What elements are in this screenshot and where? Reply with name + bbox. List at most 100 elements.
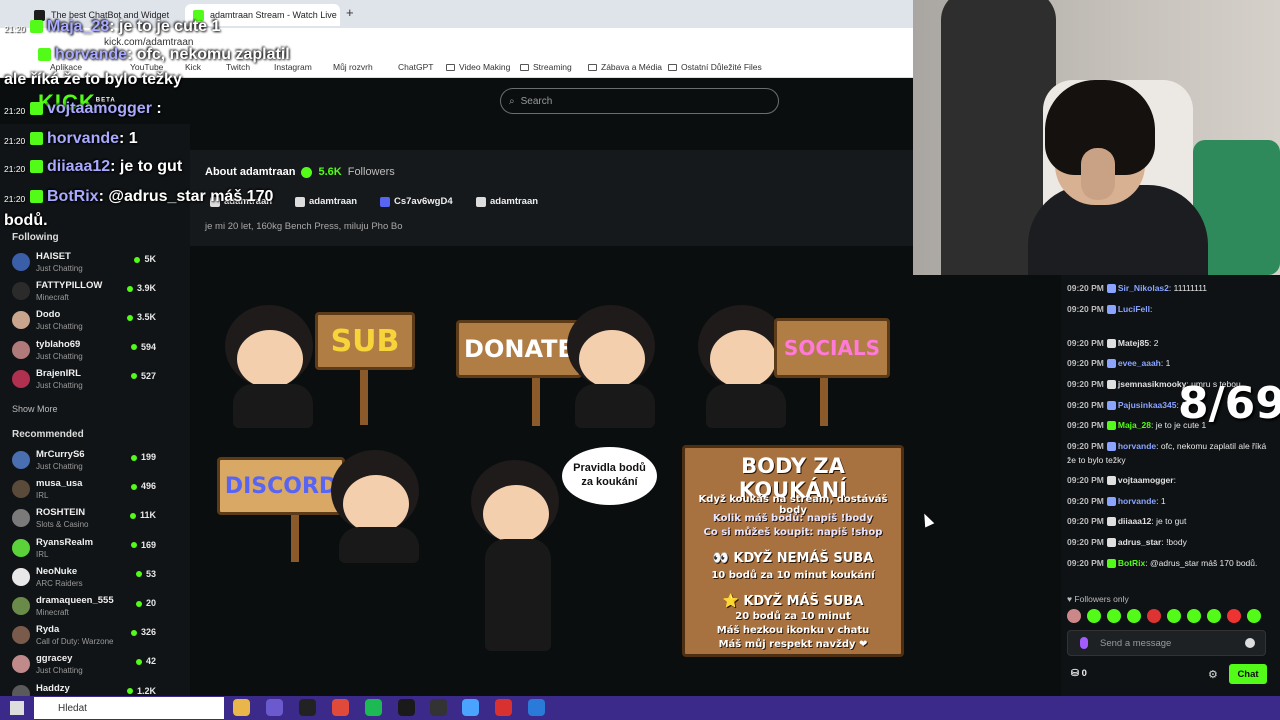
- windows-start-icon[interactable]: [10, 701, 24, 715]
- verified-icon: [301, 166, 313, 178]
- panel-discord[interactable]: DISCORD: [213, 445, 428, 565]
- bookmark-folder[interactable]: Streaming: [520, 62, 572, 72]
- overlay-badge-icon: [30, 190, 43, 204]
- social-tiktok[interactable]: adamtraan: [476, 196, 538, 207]
- panel-socials[interactable]: SOCIALS: [692, 300, 902, 430]
- emote-icon[interactable]: [1167, 609, 1181, 623]
- avatar: [12, 597, 30, 615]
- message-user[interactable]: adrus_star: [1118, 537, 1161, 547]
- emote-icon[interactable]: [1067, 609, 1081, 623]
- show-more-link[interactable]: Show More: [12, 404, 58, 414]
- emote-icon[interactable]: [1207, 609, 1221, 623]
- following-heading: Following: [12, 232, 59, 243]
- viewer-count: 3.5K: [127, 312, 156, 322]
- message-user[interactable]: Sir_Nikolas2: [1118, 283, 1169, 293]
- chat-message-input[interactable]: Send a message: [1067, 630, 1266, 656]
- sub-sign: SUB: [315, 312, 415, 370]
- message-user[interactable]: horvande: [1118, 441, 1156, 451]
- app-icon[interactable]: [495, 699, 512, 716]
- obs-icon[interactable]: [299, 699, 316, 716]
- message-user[interactable]: Matej85: [1118, 338, 1149, 348]
- webcam-feed: [913, 0, 1280, 275]
- message-user[interactable]: BotRix: [1118, 558, 1145, 568]
- points-board[interactable]: BODY ZA KOUKÁNÍ Když koukáš na stream, d…: [682, 445, 904, 657]
- bookmark-folder[interactable]: Video Making: [446, 62, 510, 72]
- file-explorer-icon[interactable]: [233, 699, 250, 716]
- sidebar-channel[interactable]: musa_usa IRL 496: [10, 476, 160, 504]
- channel-name: RyansRealm: [36, 536, 94, 548]
- folder-icon: [520, 63, 529, 71]
- panel-sub[interactable]: SUB: [215, 300, 425, 430]
- channel-name: FATTYPILLOW: [36, 280, 103, 292]
- sidebar-channel[interactable]: FATTYPILLOW Minecraft 3.9K: [10, 278, 160, 306]
- folder-icon: [588, 63, 597, 71]
- message-user[interactable]: jsemnasikmooky: [1118, 379, 1187, 389]
- channel-points[interactable]: ⛁ 0: [1071, 668, 1087, 679]
- channel-name: musa_usa: [36, 478, 83, 490]
- message-time: 09:20 PM: [1067, 475, 1104, 485]
- taskbar-search-input[interactable]: Hledat: [34, 697, 224, 719]
- bookmark-item[interactable]: ChatGPT: [398, 62, 433, 72]
- message-user[interactable]: Maja_28: [1118, 420, 1151, 430]
- emote-icon[interactable]: [1187, 609, 1201, 623]
- overlay-text: : je to gut: [110, 158, 183, 175]
- user-badge-icon: [1106, 442, 1116, 452]
- terminal-icon[interactable]: [398, 699, 415, 716]
- folder-icon: [668, 63, 677, 71]
- sidebar-channel[interactable]: Dodo Just Chatting 3.5K: [10, 307, 160, 335]
- emote-icon[interactable]: [1247, 609, 1261, 623]
- message-user[interactable]: Pajusinkaa345: [1118, 400, 1177, 410]
- sidebar-channel[interactable]: ggracey Just Chatting 42: [10, 651, 160, 679]
- overlay-user: diiaaa12: [47, 158, 111, 175]
- panel-donate[interactable]: DONATE: [452, 300, 662, 430]
- sidebar-channel[interactable]: RyansRealm IRL 169: [10, 535, 160, 563]
- new-tab-button[interactable]: +: [346, 5, 354, 20]
- app-icon[interactable]: [528, 699, 545, 716]
- message-user[interactable]: vojtaamogger: [1118, 475, 1174, 485]
- search-input[interactable]: ⌕ Search: [500, 88, 779, 114]
- emote-icon[interactable]: [1087, 609, 1101, 623]
- message-user[interactable]: diiaaa12: [1118, 516, 1152, 526]
- sidebar-channel[interactable]: HAISET Just Chatting 5K: [10, 249, 160, 277]
- sidebar-channel[interactable]: tyblaho69 Just Chatting 594: [10, 337, 160, 365]
- user-badge-icon: [1106, 359, 1116, 369]
- app-icon[interactable]: [430, 699, 447, 716]
- sidebar-channel[interactable]: ROSHTEIN Slots & Casino 11K: [10, 505, 160, 533]
- bookmark-item[interactable]: Můj rozvrh: [333, 62, 373, 72]
- sidebar-channel[interactable]: Ryda Call of Duty: Warzone 326: [10, 622, 160, 650]
- message-text: @adrus_star máš 170 bodů.: [1149, 558, 1258, 568]
- emote-icon[interactable]: [1147, 609, 1161, 623]
- spotify-icon[interactable]: [365, 699, 382, 716]
- chibi-face: [237, 330, 303, 388]
- chat-send-button[interactable]: Chat: [1229, 664, 1267, 684]
- message-user[interactable]: LuciFell: [1118, 304, 1150, 314]
- emote-icon[interactable]: [1107, 609, 1121, 623]
- emoji-picker-icon[interactable]: [1245, 638, 1255, 648]
- settings-gear-icon[interactable]: ⚙: [1208, 668, 1218, 681]
- tab-label: adamtraan Stream - Watch Live: [210, 10, 337, 20]
- app-icon[interactable]: [462, 699, 479, 716]
- overlay-time: 21:20: [4, 194, 26, 204]
- message-user[interactable]: evee_aaah: [1118, 358, 1161, 368]
- emote-icon[interactable]: [1227, 609, 1241, 623]
- sidebar-channel[interactable]: dramaqueen_555 Minecraft 20: [10, 593, 160, 621]
- bookmark-folder[interactable]: Zábava a Média: [588, 62, 662, 72]
- viewer-count: 53: [136, 569, 156, 579]
- social-x[interactable]: adamtraan: [295, 196, 357, 207]
- discord-app-icon[interactable]: [266, 699, 283, 716]
- sidebar-channel[interactable]: NeoNuke ARC Raiders 53: [10, 564, 160, 592]
- message-user[interactable]: horvande: [1118, 496, 1156, 506]
- user-badge-icon: [1106, 497, 1116, 507]
- microphone-icon[interactable]: [1080, 637, 1088, 649]
- user-badge-icon: [1106, 305, 1116, 315]
- sidebar-channel[interactable]: BrajenIRL Just Chatting 527: [10, 366, 160, 394]
- emote-icon[interactable]: [1127, 609, 1141, 623]
- social-discord[interactable]: Cs7av6wgD4: [380, 196, 453, 207]
- chat-message: 09:20 PM evee_aaah: 1: [1067, 358, 1171, 369]
- chrome-icon[interactable]: [332, 699, 349, 716]
- overlay-chat-line: horvande: ofc, nekomu zaplatil: [38, 46, 290, 64]
- sidebar-channel[interactable]: MrCurryS6 Just Chatting 199: [10, 447, 160, 475]
- bookmark-folder[interactable]: Ostatní Důležité Files: [668, 62, 762, 72]
- chibi-face: [710, 330, 776, 388]
- user-badge-icon: [1106, 401, 1116, 411]
